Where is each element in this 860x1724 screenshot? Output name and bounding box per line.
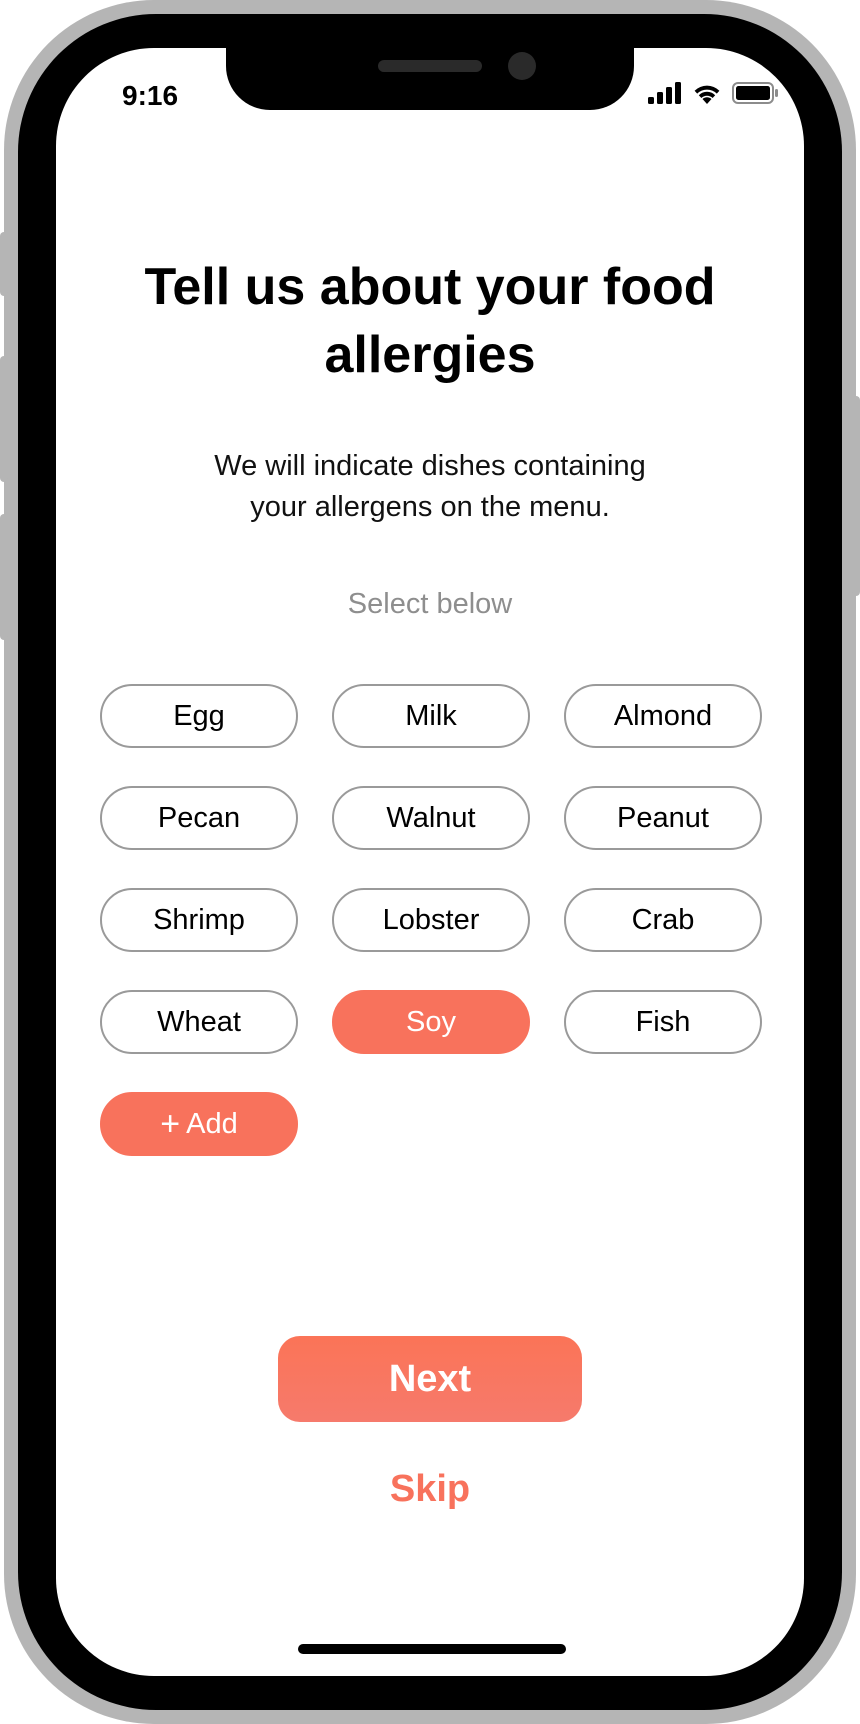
chip-label: Shrimp	[153, 903, 245, 936]
allergen-chip-egg[interactable]: Egg	[100, 684, 298, 748]
chip-label: Soy	[406, 1005, 456, 1038]
status-time: 9:16	[122, 80, 179, 111]
select-hint: Select below	[347, 588, 513, 620]
allergen-chip-shrimp[interactable]: Shrimp	[100, 888, 298, 952]
allergen-chip-walnut[interactable]: Walnut	[332, 786, 530, 850]
mute-switch	[0, 232, 8, 296]
page-subtitle: We will indicate dishes containing your …	[214, 450, 646, 523]
page-title: Tell us about your food allergies	[144, 258, 716, 384]
allergen-chip-pecan[interactable]: Pecan	[100, 786, 298, 850]
home-indicator[interactable]	[298, 1644, 566, 1654]
next-button[interactable]: Next	[278, 1336, 582, 1422]
chip-label: Peanut	[617, 801, 709, 834]
chip-label: Fish	[635, 1005, 691, 1038]
cellular-signal-icon	[648, 82, 681, 104]
front-camera	[508, 52, 536, 80]
chip-label: Wheat	[157, 1005, 241, 1038]
speaker-grille	[378, 60, 482, 72]
notch	[226, 48, 634, 110]
add-label: Add	[186, 1107, 238, 1140]
chip-label: Lobster	[382, 903, 480, 936]
allergen-chip-lobster[interactable]: Lobster	[332, 888, 530, 952]
chip-label: Almond	[613, 699, 713, 732]
app-screen: 9:16 Tell us about your food allergies W…	[56, 48, 804, 1676]
wifi-icon	[694, 85, 720, 104]
allergen-chip-peanut[interactable]: Peanut	[564, 786, 762, 850]
allergen-chip-fish[interactable]: Fish	[564, 990, 762, 1054]
power-button	[852, 396, 860, 596]
allergen-chip-wheat[interactable]: Wheat	[100, 990, 298, 1054]
allergen-chip-milk[interactable]: Milk	[332, 684, 530, 748]
volume-down-button	[0, 514, 8, 640]
volume-up-button	[0, 356, 8, 482]
allergen-chip-crab[interactable]: Crab	[564, 888, 762, 952]
battery-icon	[732, 82, 778, 104]
chip-label: Milk	[405, 699, 457, 732]
skip-link[interactable]: Skip	[56, 1468, 804, 1511]
add-allergen-button[interactable]: + Add	[100, 1092, 298, 1156]
chip-label: Walnut	[386, 801, 476, 834]
chip-label: Egg	[173, 699, 225, 732]
chip-label: Crab	[631, 903, 695, 936]
allergen-chip-almond[interactable]: Almond	[564, 684, 762, 748]
plus-icon: +	[160, 1105, 181, 1143]
allergen-chip-soy[interactable]: Soy	[332, 990, 530, 1054]
chip-label: Pecan	[157, 801, 241, 834]
allergen-chip-grid: Egg Milk Almond Pecan Walnut Peanut Shri…	[100, 684, 762, 1156]
status-icons	[648, 82, 778, 104]
